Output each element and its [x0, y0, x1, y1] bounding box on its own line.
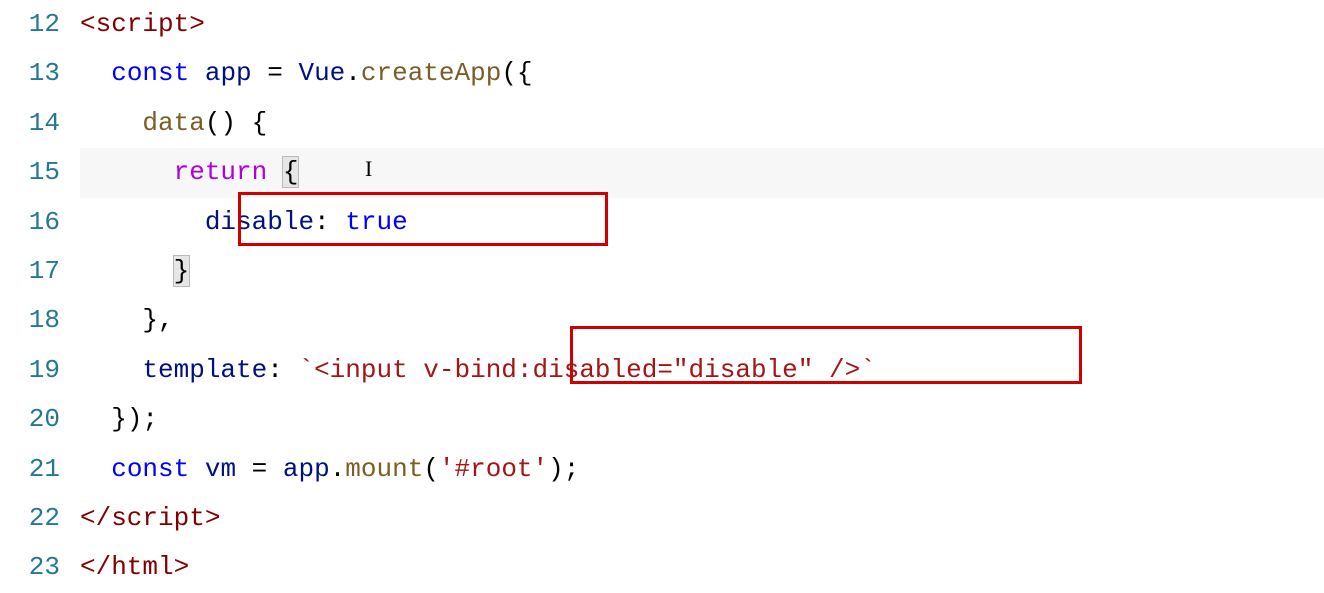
string-token: '#root' [439, 454, 548, 484]
code-line[interactable]: </html> [80, 543, 1324, 592]
punct-token: = [252, 58, 299, 88]
indent [80, 305, 142, 335]
code-line[interactable]: }); [80, 395, 1324, 444]
tag-token: </script> [80, 503, 220, 533]
brace-token: { [283, 157, 299, 187]
code-line[interactable]: template: `<input v-bind:disabled="disab… [80, 346, 1324, 395]
punct-token: }, [142, 305, 173, 335]
code-line[interactable]: <script> [80, 0, 1324, 49]
function-token: data [142, 108, 204, 138]
brace-token: } [174, 256, 190, 286]
code-line[interactable]: disable: true [80, 198, 1324, 247]
line-number: 21 [0, 445, 60, 494]
tag-token: </html> [80, 552, 189, 582]
punct-token: ); [548, 454, 579, 484]
punct-token: ({ [501, 58, 532, 88]
variable-token: app [205, 58, 252, 88]
string-token: ` [298, 355, 314, 385]
indent [80, 355, 142, 385]
code-line[interactable]: }, [80, 296, 1324, 345]
punct-token: : [267, 355, 298, 385]
line-number: 22 [0, 494, 60, 543]
line-number: 23 [0, 543, 60, 592]
code-line-active[interactable]: return { [80, 148, 1324, 197]
code-area[interactable]: <script> const app = Vue.createApp({ dat… [80, 0, 1324, 593]
keyword-token: return [174, 157, 268, 187]
property-token: disable [205, 207, 314, 237]
indent [80, 454, 111, 484]
line-number: 14 [0, 99, 60, 148]
string-token: <input v-bind:disabled="disable" /> [314, 355, 860, 385]
code-line[interactable]: } [80, 247, 1324, 296]
line-number-gutter: 12 13 14 15 16 17 18 19 20 21 22 23 [0, 0, 80, 593]
tag-token: <script> [80, 9, 205, 39]
punct-token: . [345, 58, 361, 88]
code-line[interactable]: const app = Vue.createApp({ [80, 49, 1324, 98]
line-number: 17 [0, 247, 60, 296]
variable-token: vm [205, 454, 236, 484]
boolean-token: true [345, 207, 407, 237]
code-editor[interactable]: 12 13 14 15 16 17 18 19 20 21 22 23 <scr… [0, 0, 1324, 593]
indent [80, 157, 174, 187]
line-number: 15 [0, 148, 60, 197]
function-token: createApp [361, 58, 501, 88]
namespace-token: Vue [298, 58, 345, 88]
property-token: template [142, 355, 267, 385]
code-line[interactable]: data() { [80, 99, 1324, 148]
string-token: ` [860, 355, 876, 385]
code-line[interactable]: </script> [80, 494, 1324, 543]
line-number: 12 [0, 0, 60, 49]
line-number: 16 [0, 198, 60, 247]
punct-token: . [330, 454, 346, 484]
indent [80, 207, 205, 237]
punct-token: () { [205, 108, 267, 138]
keyword-token: const [111, 454, 189, 484]
line-number: 13 [0, 49, 60, 98]
punct-token: }); [111, 404, 158, 434]
variable-token: app [283, 454, 330, 484]
line-number: 18 [0, 296, 60, 345]
space [189, 58, 205, 88]
indent [80, 404, 111, 434]
indent [80, 108, 142, 138]
punct-token: = [236, 454, 283, 484]
keyword-token: const [111, 58, 189, 88]
indent [80, 58, 111, 88]
code-line[interactable]: const vm = app.mount('#root'); [80, 445, 1324, 494]
space [189, 454, 205, 484]
function-token: mount [345, 454, 423, 484]
line-number: 19 [0, 346, 60, 395]
punct-token: ( [423, 454, 439, 484]
line-number: 20 [0, 395, 60, 444]
space [267, 157, 283, 187]
punct-token: : [314, 207, 345, 237]
indent [80, 256, 174, 286]
